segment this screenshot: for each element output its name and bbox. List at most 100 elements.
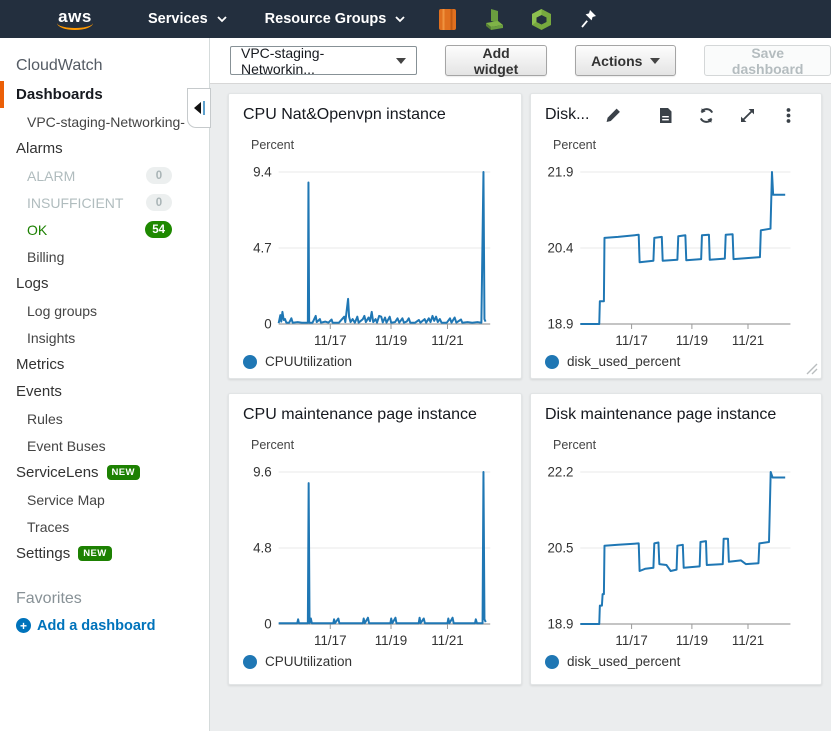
sidebar-item-traces[interactable]: Traces bbox=[0, 513, 209, 540]
sidebar: CloudWatch Dashboards VPC-staging-Networ… bbox=[0, 38, 210, 731]
alarm-count-badge: 0 bbox=[146, 167, 172, 184]
new-badge: NEW bbox=[107, 465, 140, 480]
insufficient-count-badge: 0 bbox=[146, 194, 172, 211]
legend-item-cpuutilization[interactable]: CPUUtilization bbox=[229, 350, 521, 369]
nav-resource-groups-menu[interactable]: Resource Groups bbox=[265, 11, 406, 27]
sidebar-item-alarm-state[interactable]: ALARM 0 bbox=[0, 162, 209, 189]
main-content: VPC-staging-Networkin... Add widget Acti… bbox=[210, 38, 831, 731]
x-axis-tick-label: 11/17 bbox=[314, 333, 347, 348]
green-open-cube-service-icon[interactable] bbox=[531, 8, 552, 31]
widget-title: Disk maintenance page instance bbox=[545, 406, 776, 424]
save-dashboard-button[interactable]: Save dashboard bbox=[704, 45, 831, 76]
edit-pencil-icon[interactable] bbox=[605, 107, 622, 124]
y-axis-unit-label: Percent bbox=[531, 124, 821, 152]
collapse-left-icon bbox=[194, 102, 201, 114]
y-axis-tick-label: 18.9 bbox=[548, 616, 574, 631]
sidebar-item-log-groups[interactable]: Log groups bbox=[0, 297, 209, 324]
legend-dot bbox=[545, 355, 559, 369]
aws-logo[interactable]: aws bbox=[57, 9, 93, 30]
sidebar-item-dashboard-vpc-staging[interactable]: VPC-staging-Networking- bbox=[0, 108, 209, 135]
widget-disk: Disk... bbox=[530, 93, 822, 379]
x-axis-tick-label: 11/17 bbox=[615, 333, 647, 348]
nav-services-label: Services bbox=[148, 11, 208, 27]
sidebar-item-alarms[interactable]: Alarms bbox=[0, 135, 209, 162]
y-axis-tick-label: 18.9 bbox=[548, 316, 574, 331]
legend-dot bbox=[243, 355, 257, 369]
sidebar-item-logs[interactable]: Logs bbox=[0, 270, 209, 297]
widget-title: Disk... bbox=[545, 106, 589, 124]
legend-dot bbox=[243, 655, 257, 669]
x-axis-tick-label: 11/21 bbox=[431, 333, 464, 348]
dashboard-select-value: VPC-staging-Networkin... bbox=[241, 45, 396, 77]
x-axis-tick-label: 11/19 bbox=[375, 333, 408, 348]
new-badge: NEW bbox=[78, 546, 111, 561]
widget-cpu-maintenance: CPU maintenance page instance Percent 9.… bbox=[228, 393, 522, 685]
sidebar-item-metrics[interactable]: Metrics bbox=[0, 351, 209, 378]
y-axis-tick-label: 20.4 bbox=[548, 240, 574, 255]
pinned-service-shortcuts bbox=[437, 8, 599, 31]
caret-down-icon bbox=[650, 58, 660, 64]
actions-button[interactable]: Actions bbox=[575, 45, 676, 76]
y-axis-tick-label: 4.7 bbox=[253, 240, 272, 255]
plus-circle-icon: + bbox=[16, 618, 31, 633]
legend-item-disk-used-percent[interactable]: disk_used_percent bbox=[531, 350, 821, 369]
chevron-down-icon bbox=[395, 16, 405, 23]
caret-down-icon bbox=[396, 58, 406, 64]
y-axis-tick-label: 0 bbox=[264, 616, 271, 631]
cpu-line-chart: 9.4 4.7 0 11/17 11/19 11/21 bbox=[229, 154, 521, 350]
widget-cpu-nat-openvpn: CPU Nat&Openvpn instance Percent 9.44.70… bbox=[228, 93, 522, 379]
favorites-heading: Favorites bbox=[0, 585, 209, 612]
expand-icon[interactable] bbox=[739, 107, 756, 124]
top-navbar: aws Services Resource Groups bbox=[0, 0, 831, 38]
sidebar-item-cloudwatch[interactable]: CloudWatch bbox=[0, 52, 209, 79]
green-stack-service-icon[interactable] bbox=[484, 8, 505, 31]
refresh-icon[interactable] bbox=[698, 107, 715, 124]
dashboard-toolbar: VPC-staging-Networkin... Add widget Acti… bbox=[210, 38, 831, 84]
sidebar-item-insights[interactable]: Insights bbox=[0, 324, 209, 351]
x-axis-tick-label: 11/17 bbox=[314, 633, 347, 648]
widget-title: CPU maintenance page instance bbox=[243, 406, 477, 424]
x-axis-tick-label: 11/19 bbox=[676, 333, 708, 348]
y-axis-tick-label: 9.6 bbox=[253, 464, 272, 479]
dashboard-select[interactable]: VPC-staging-Networkin... bbox=[230, 46, 417, 75]
sidebar-item-insufficient-state[interactable]: INSUFFICIENT 0 bbox=[0, 189, 209, 216]
sidebar-item-servicelens[interactable]: ServiceLens NEW bbox=[0, 459, 209, 486]
x-axis-tick-label: 11/21 bbox=[732, 633, 764, 648]
sidebar-item-billing[interactable]: Billing bbox=[0, 243, 209, 270]
sidebar-item-settings[interactable]: Settings NEW bbox=[0, 540, 209, 567]
sidebar-item-service-map[interactable]: Service Map bbox=[0, 486, 209, 513]
y-axis-tick-label: 21.9 bbox=[548, 164, 574, 179]
nav-resource-groups-label: Resource Groups bbox=[265, 11, 387, 27]
add-widget-button[interactable]: Add widget bbox=[445, 45, 547, 76]
kebab-menu-icon[interactable] bbox=[780, 107, 797, 124]
legend-item-disk-used-percent[interactable]: disk_used_percent bbox=[531, 650, 821, 669]
sidebar-item-rules[interactable]: Rules bbox=[0, 405, 209, 432]
legend-dot bbox=[545, 655, 559, 669]
aws-logo-text: aws bbox=[58, 9, 92, 24]
pin-icon[interactable] bbox=[578, 8, 599, 31]
dashboard-grid: CPU Nat&Openvpn instance Percent 9.44.70… bbox=[210, 84, 831, 731]
sidebar-collapse-tab[interactable] bbox=[187, 88, 211, 128]
x-axis-tick-label: 11/21 bbox=[732, 333, 764, 348]
widget-disk-maintenance: Disk maintenance page instance Percent 2… bbox=[530, 393, 822, 685]
aws-smile-swoosh bbox=[57, 23, 93, 30]
y-axis-tick-label: 0 bbox=[264, 316, 271, 331]
chevron-down-icon bbox=[217, 16, 227, 23]
document-icon[interactable] bbox=[657, 107, 674, 124]
x-axis-tick-label: 11/19 bbox=[375, 633, 408, 648]
x-axis-tick-label: 11/17 bbox=[615, 633, 647, 648]
collapse-tab-accent bbox=[203, 101, 205, 115]
orange-cube-service-icon[interactable] bbox=[437, 8, 458, 31]
sidebar-item-dashboards[interactable]: Dashboards bbox=[0, 81, 209, 108]
y-axis-tick-label: 4.8 bbox=[253, 540, 272, 555]
add-dashboard-link[interactable]: + Add a dashboard bbox=[0, 612, 209, 639]
y-axis-tick-label: 9.4 bbox=[253, 164, 272, 179]
sidebar-item-ok-state[interactable]: OK 54 bbox=[0, 216, 209, 243]
legend-item-cpuutilization[interactable]: CPUUtilization bbox=[229, 650, 521, 669]
sidebar-item-events[interactable]: Events bbox=[0, 378, 209, 405]
nav-services-menu[interactable]: Services bbox=[148, 11, 227, 27]
resize-handle[interactable] bbox=[804, 361, 818, 375]
sidebar-item-event-buses[interactable]: Event Buses bbox=[0, 432, 209, 459]
y-axis-tick-label: 20.5 bbox=[548, 540, 574, 555]
x-axis-tick-label: 11/21 bbox=[431, 633, 464, 648]
